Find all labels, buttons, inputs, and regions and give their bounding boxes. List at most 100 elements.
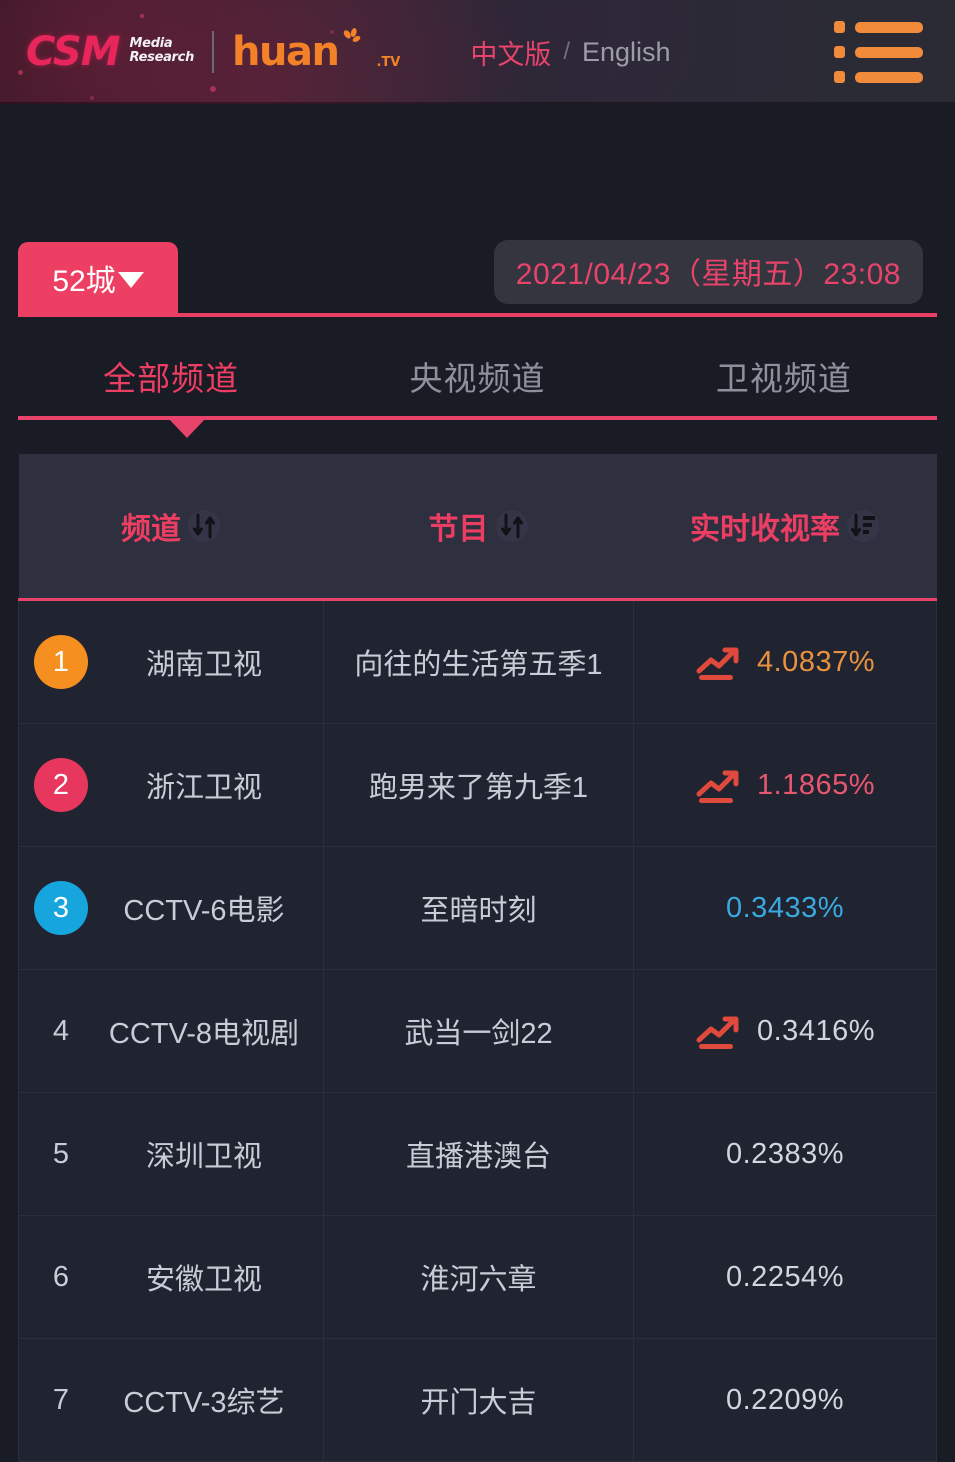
cell-channel: 3 CCTV-6电影: [18, 846, 324, 970]
menu-row: [834, 21, 923, 33]
table-row[interactable]: 3 CCTV-6电影 至暗时刻 0.3433%: [18, 846, 937, 970]
sort-descending-icon[interactable]: [846, 507, 880, 545]
menu-bullet: [834, 71, 845, 83]
sort-updown-icon[interactable]: [187, 507, 221, 545]
huan-wordmark: huan: [232, 29, 340, 75]
channel-name: CCTV-8电视剧: [108, 1018, 300, 1050]
menu-line: [855, 21, 923, 33]
channel-tab-bar: 全部频道 央视频道 卫视频道: [18, 332, 937, 438]
channel-name: 安徽卫视: [145, 1264, 262, 1296]
table-row[interactable]: 5 深圳卫视 直播港澳台 0.2383%: [18, 1092, 937, 1216]
cell-program: 开门大吉: [323, 1338, 634, 1462]
csm-tagline: Media Research: [129, 36, 195, 67]
rating-value: 0.2254%: [726, 1260, 844, 1293]
cell-channel: 2 浙江卫视: [18, 723, 324, 847]
channel-name: 深圳卫视: [145, 1141, 262, 1173]
cell-program: 淮河六章: [323, 1215, 634, 1339]
controls-underline: [18, 313, 937, 317]
cell-rating: 0.3416%: [633, 969, 937, 1093]
csm-wordmark: CSM: [26, 29, 121, 75]
city-scope-dropdown[interactable]: 52城: [18, 242, 178, 314]
cell-rating: 0.2383%: [633, 1092, 937, 1216]
trending-up-icon: [696, 1016, 739, 1049]
list-menu-icon[interactable]: [834, 21, 935, 83]
rating-value: 0.2383%: [726, 1137, 844, 1170]
menu-line: [855, 71, 923, 83]
lang-chinese-link[interactable]: 中文版: [470, 33, 551, 72]
cell-rating: 4.0837%: [633, 599, 937, 724]
channel-tab-underline: [18, 416, 937, 420]
cell-channel: 6 安徽卫视: [18, 1215, 324, 1339]
column-header-channel[interactable]: 频道: [18, 454, 324, 601]
channel-name: CCTV-6电影: [123, 895, 285, 927]
rank-badge: 4: [52, 1014, 70, 1047]
rank-badge: 2: [34, 758, 88, 812]
column-header-program[interactable]: 节目: [323, 454, 634, 601]
cell-rating: 0.2254%: [633, 1215, 937, 1339]
table-row[interactable]: 2 浙江卫视 跑男来了第九季1 1.1865%: [18, 723, 937, 847]
huan-tld: .TV: [376, 55, 401, 70]
page-body: 52城 2021/04/23（星期五）23:08 全部频道 央视频道 卫视频道 …: [0, 208, 955, 1462]
table-header-row: 频道 节目 实时收视率: [18, 454, 937, 601]
menu-line: [855, 46, 923, 58]
logo-divider: [212, 31, 215, 73]
rating-value: 0.3433%: [726, 891, 844, 924]
rank-badge: 6: [52, 1260, 70, 1293]
table-row[interactable]: 6 安徽卫视 淮河六章 0.2254%: [18, 1215, 937, 1339]
brand-logo[interactable]: CSM Media Research huan .TV: [26, 28, 401, 75]
menu-row: [834, 46, 923, 58]
tab-satellite-channels[interactable]: 卫视频道: [631, 332, 937, 420]
datetime-display: 2021/04/23（星期五）23:08: [493, 240, 923, 304]
rating-value: 0.3416%: [757, 1014, 875, 1047]
trending-up-icon: [696, 647, 739, 680]
cell-channel: 5 深圳卫视: [18, 1092, 324, 1216]
menu-bullet: [834, 21, 845, 33]
controls-row: 52城 2021/04/23（星期五）23:08: [18, 208, 937, 317]
trending-up-icon: [696, 770, 739, 803]
tab-all-channels[interactable]: 全部频道: [18, 332, 324, 420]
caret-down-icon: [117, 272, 144, 288]
channel-name: 浙江卫视: [145, 772, 262, 804]
ratings-table: 频道 节目 实时收视率 1 湖南卫视 向往的生活第五季1 4.0837% 2 浙…: [18, 454, 937, 1462]
rank-badge: 5: [52, 1137, 70, 1170]
flower-icon: [344, 28, 361, 42]
cell-program: 直播港澳台: [323, 1092, 634, 1216]
column-header-rating[interactable]: 实时收视率: [633, 454, 937, 601]
table-row[interactable]: 7 CCTV-3综艺 开门大吉 0.2209%: [18, 1338, 937, 1462]
menu-row: [834, 71, 923, 83]
table-row[interactable]: 4 CCTV-8电视剧 武当一剑22 0.3416%: [18, 969, 937, 1093]
cell-program: 向往的生活第五季1: [323, 599, 634, 724]
rank-badge: 3: [34, 881, 88, 935]
table-row[interactable]: 1 湖南卫视 向往的生活第五季1 4.0837%: [18, 599, 937, 724]
cell-rating: 0.2209%: [633, 1338, 937, 1462]
column-header-channel-label: 频道: [121, 513, 181, 546]
cell-program: 武当一剑22: [323, 969, 634, 1093]
language-switcher[interactable]: 中文版 / English: [470, 33, 670, 72]
cell-rating: 1.1865%: [633, 723, 937, 847]
rank-badge: 1: [34, 635, 88, 689]
rating-value: 1.1865%: [757, 768, 875, 801]
menu-bullet: [834, 46, 845, 58]
cell-channel: 4 CCTV-8电视剧: [18, 969, 324, 1093]
column-header-rating-label: 实时收视率: [690, 513, 840, 546]
lang-separator: /: [563, 38, 570, 65]
tab-cctv-channels[interactable]: 央视频道: [324, 332, 630, 420]
csm-tagline-line1: Media: [129, 36, 173, 51]
app-header: CSM Media Research huan .TV 中文版 / Englis…: [0, 0, 955, 104]
column-header-program-label: 节目: [428, 513, 489, 546]
lang-english-link[interactable]: English: [582, 37, 671, 68]
rank-badge: 7: [52, 1383, 70, 1416]
sort-updown-icon[interactable]: [495, 507, 529, 545]
city-scope-label: 52城: [52, 265, 116, 298]
channel-name: 湖南卫视: [145, 649, 262, 681]
cell-rating: 0.3433%: [633, 846, 937, 970]
rating-value: 4.0837%: [757, 645, 875, 678]
cell-program: 跑男来了第九季1: [323, 723, 634, 847]
table-body: 1 湖南卫视 向往的生活第五季1 4.0837% 2 浙江卫视 跑男来了第九季1…: [18, 599, 937, 1462]
channel-name: CCTV-3综艺: [123, 1387, 285, 1419]
active-tab-indicator: [168, 418, 206, 438]
cell-program: 至暗时刻: [323, 846, 634, 970]
table-header: 频道 节目 实时收视率: [18, 454, 937, 601]
cell-channel: 1 湖南卫视: [18, 599, 324, 724]
csm-tagline-line2: Research: [129, 50, 195, 65]
